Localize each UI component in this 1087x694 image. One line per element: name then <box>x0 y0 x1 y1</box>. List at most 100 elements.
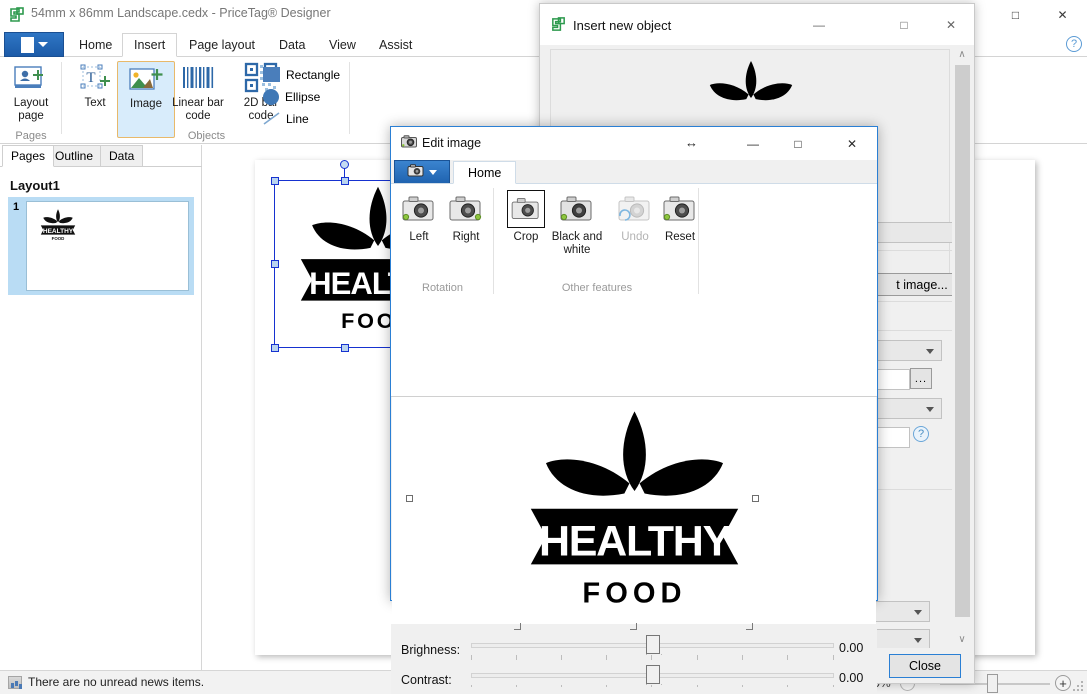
tab-home[interactable]: Home <box>68 33 123 57</box>
layout-page-button[interactable]: Layout page <box>2 61 60 122</box>
tab-view[interactable]: View <box>318 33 367 57</box>
insert-text-button[interactable]: T Text <box>66 61 124 110</box>
pricetag-app-icon <box>550 16 567 33</box>
chevron-down-icon <box>914 638 922 643</box>
panel-tab-pages[interactable]: Pages <box>2 145 55 167</box>
main-maximize-button[interactable]: □ <box>993 0 1038 30</box>
ellipse-icon <box>263 88 279 105</box>
svg-text:HEALTHY: HEALTHY <box>539 518 731 566</box>
panel-tab-data[interactable]: Data <box>100 145 144 167</box>
brightness-value: 0.00 <box>839 641 864 655</box>
zoom-slider-thumb[interactable] <box>987 674 998 693</box>
zoom-in-button[interactable]: + <box>1055 675 1071 691</box>
edit-ribbon-divider <box>493 188 494 294</box>
news-icon <box>8 676 22 689</box>
black-and-white-label-line2: white <box>563 243 591 256</box>
insert-linear-barcode-label-line2: code <box>185 109 211 122</box>
selection-handle-bottom-left[interactable] <box>271 344 279 352</box>
field-help-icon[interactable]: ? <box>913 426 929 442</box>
selection-handle-top-left[interactable] <box>271 177 279 185</box>
edit-dialog-title-bar: Edit image ↔ — □ ✕ <box>391 127 877 160</box>
scroll-up-arrow-icon[interactable]: ∧ <box>952 45 972 63</box>
linear-barcode-icon <box>167 61 229 95</box>
brightness-tick-row <box>471 655 834 661</box>
line-icon <box>263 111 280 126</box>
page-thumbnail[interactable]: HEALTHY FOOD <box>26 201 189 291</box>
app-icon <box>8 6 26 24</box>
page-glyph-icon <box>20 36 34 53</box>
insert-line-label: Line <box>286 111 309 126</box>
insert-maximize-button[interactable]: □ <box>881 4 927 45</box>
edit-dialog-footer: OK Cancel <box>391 687 877 694</box>
edit-image-preview[interactable]: HEALTHY FOOD <box>392 397 876 627</box>
rotation-handle[interactable] <box>340 160 349 169</box>
browse-button[interactable]: ... <box>910 368 932 389</box>
tab-assist[interactable]: Assist <box>368 33 423 57</box>
file-menu-button[interactable] <box>4 32 64 57</box>
insert-minimize-button[interactable]: — <box>796 4 842 45</box>
page-list-item[interactable]: 1 HEALTHY FOOD <box>8 197 194 295</box>
edit-app-menu-button[interactable] <box>394 160 450 184</box>
tab-page-layout[interactable]: Page layout <box>178 33 266 57</box>
edit-close-button[interactable]: ✕ <box>829 127 875 160</box>
selection-handle-top-center[interactable] <box>341 177 349 185</box>
edit-group-rotation-label: Rotation <box>422 282 463 294</box>
insert-ellipse-label: Ellipse <box>285 89 321 104</box>
rotate-left-button[interactable]: Left <box>392 190 446 244</box>
chevron-down-icon <box>429 169 437 175</box>
insert-close-button[interactable]: ✕ <box>928 4 974 45</box>
tab-insert[interactable]: Insert <box>122 33 178 57</box>
ellipsis-icon: ... <box>914 372 928 385</box>
ribbon-group-pages-label: Pages <box>15 130 47 142</box>
black-and-white-button[interactable]: Black and white <box>545 190 609 256</box>
insert-linear-barcode-label-line1: Linear bar <box>172 97 224 109</box>
contrast-slider-thumb[interactable] <box>646 665 660 684</box>
rotate-left-icon <box>392 190 446 228</box>
insert-rectangle-label: Rectangle <box>286 67 341 82</box>
edit-minimize-button[interactable]: — <box>730 127 776 160</box>
edit-image-dialog: Edit image ↔ — □ ✕ Home Left Right Rotat… <box>390 126 878 694</box>
insert-line-button[interactable]: Line <box>263 108 309 129</box>
insert-close-action-button[interactable]: Close <box>889 654 961 678</box>
black-and-white-icon <box>545 190 609 228</box>
camera-icon <box>401 135 417 151</box>
insert-ellipse-button[interactable]: Ellipse <box>263 86 320 107</box>
contrast-value: 0.00 <box>839 671 864 685</box>
scrollbar-thumb[interactable] <box>955 65 970 617</box>
selection-handle-bottom-center[interactable] <box>341 344 349 352</box>
edit-tab-home[interactable]: Home <box>453 161 517 184</box>
selection-handle-middle-left[interactable] <box>271 260 279 268</box>
text-icon: T <box>66 61 124 95</box>
edit-maximize-button[interactable]: □ <box>775 127 821 160</box>
status-message: There are no unread news items. <box>28 675 205 689</box>
rotate-right-button[interactable]: Right <box>439 190 493 244</box>
panel-tab-outline[interactable]: Outline <box>46 145 103 167</box>
insert-dialog-scrollbar[interactable]: ∧ ∨ <box>952 45 972 648</box>
tab-data[interactable]: Data <box>268 33 316 57</box>
main-close-button[interactable]: ✕ <box>1040 0 1085 30</box>
slider-tick-mark <box>630 623 637 630</box>
chevron-down-icon <box>37 42 48 47</box>
svg-text:HEALTHY: HEALTHY <box>43 228 74 235</box>
image-icon <box>118 62 174 96</box>
edit-adjustment-controls: Brighness: 0.00 Contrast: 0.00 <box>391 623 877 694</box>
help-icon[interactable]: ? <box>1066 36 1082 52</box>
edit-dialog-title: Edit image <box>422 136 482 150</box>
slider-tick-mark <box>514 623 521 630</box>
resize-handle-icon[interactable]: ↔ <box>685 135 698 150</box>
crop-handle-right[interactable] <box>752 495 759 502</box>
layout-page-icon <box>2 61 60 95</box>
svg-text:FOOD: FOOD <box>52 236 65 241</box>
insert-rectangle-button[interactable]: Rectangle <box>263 64 340 85</box>
chevron-down-icon <box>914 610 922 615</box>
brightness-slider-thumb[interactable] <box>646 635 660 654</box>
layout-page-label-line1: Layout <box>13 97 49 109</box>
ribbon-group-objects: T Text Image Linear bar code 2D bar code… <box>63 57 350 144</box>
ribbon-group-pages: Layout page Pages <box>0 57 62 144</box>
insert-linear-barcode-button[interactable]: Linear bar code <box>167 61 229 122</box>
scroll-down-arrow-icon[interactable]: ∨ <box>952 630 972 648</box>
layout-page-label-line2: page <box>18 109 44 122</box>
crop-handle-left[interactable] <box>406 495 413 502</box>
page-number: 1 <box>13 201 20 213</box>
resize-grip[interactable] <box>1071 679 1085 693</box>
